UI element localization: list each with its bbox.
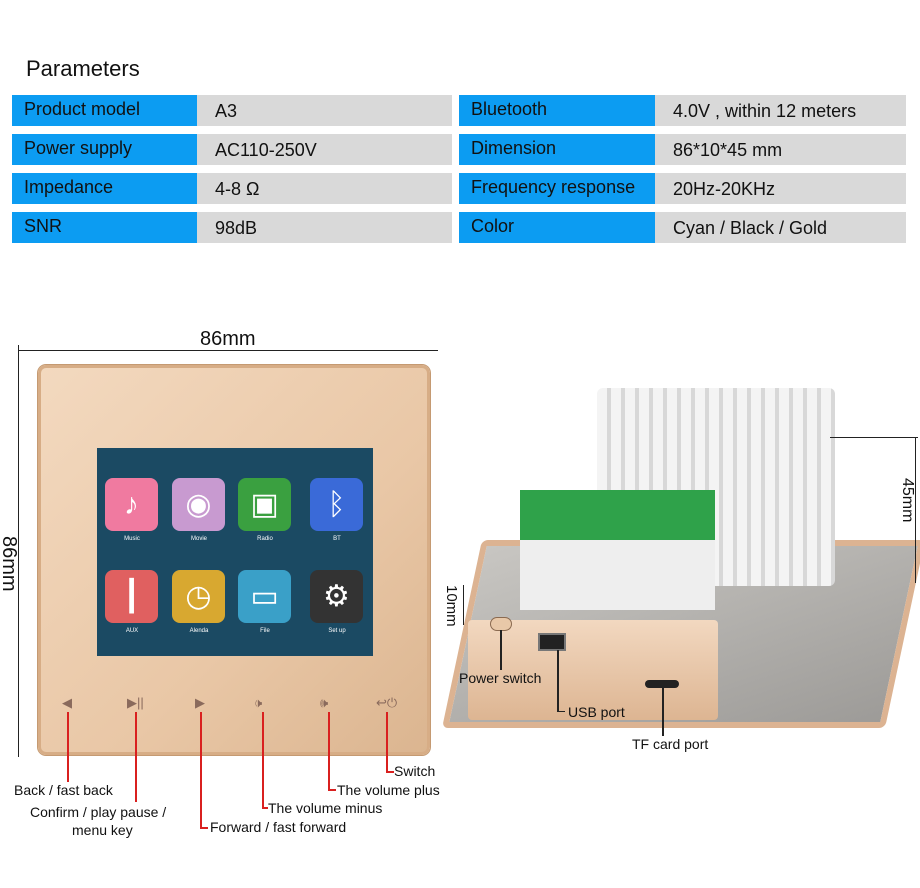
- app-label: Set up: [328, 628, 346, 634]
- callout-switch: Switch: [394, 763, 436, 779]
- callout-power-switch: Power switch: [459, 670, 542, 686]
- volume-plus-icon[interactable]: 🕪: [320, 695, 328, 711]
- param-label: Impedance: [12, 173, 197, 204]
- param-label: Power supply: [12, 134, 197, 165]
- callout-menu-key: menu key: [72, 822, 133, 838]
- app-label: File: [260, 628, 270, 634]
- param-label: SNR: [12, 212, 197, 243]
- film-reel-icon[interactable]: ◉: [172, 478, 225, 531]
- thickness-label: 10mm: [443, 585, 460, 627]
- power-switch-icon[interactable]: ↩⏻: [376, 695, 397, 711]
- back-icon[interactable]: ◀: [62, 695, 72, 711]
- bluetooth-icon[interactable]: ᛒ: [310, 478, 363, 531]
- param-row: SNR 98dB: [12, 212, 452, 243]
- param-row: Dimension 86*10*45 mm: [459, 134, 906, 165]
- play-pause-icon[interactable]: ▶||: [127, 695, 144, 711]
- aux-jack-icon[interactable]: ┃: [105, 570, 158, 623]
- param-label: Dimension: [459, 134, 655, 165]
- app-label: Music: [124, 536, 140, 542]
- volume-minus-icon[interactable]: 🕩: [254, 695, 262, 711]
- param-row: Frequency response 20Hz-20KHz: [459, 173, 906, 204]
- forward-icon[interactable]: ▶: [195, 695, 205, 711]
- param-value: 86*10*45 mm: [655, 134, 906, 165]
- param-label: Color: [459, 212, 655, 243]
- folder-icon[interactable]: ▭: [238, 570, 291, 623]
- app-label: Alenda: [189, 628, 209, 634]
- param-label: Product model: [12, 95, 197, 126]
- app-label: AUX: [125, 628, 139, 634]
- param-row: Bluetooth 4.0V , within 12 meters: [459, 95, 906, 126]
- param-value: 4.0V , within 12 meters: [655, 95, 906, 126]
- app-label: Radio: [257, 536, 273, 542]
- gear-icon[interactable]: ⚙: [310, 570, 363, 623]
- callout-confirm: Confirm / play pause /: [30, 804, 167, 820]
- param-label: Frequency response: [459, 173, 655, 204]
- param-row: Color Cyan / Black / Gold: [459, 212, 906, 243]
- terminal-labels: [520, 540, 715, 610]
- power-switch: [490, 617, 512, 631]
- app-label: BT: [333, 536, 341, 542]
- callout-volume-plus: The volume plus: [337, 782, 440, 798]
- radio-icon[interactable]: ▣: [238, 478, 291, 531]
- callout-forward: Forward / fast forward: [210, 819, 347, 835]
- callout-back: Back / fast back: [14, 782, 113, 798]
- depth-label: 45mm: [899, 478, 916, 523]
- param-value: AC110-250V: [197, 134, 452, 165]
- param-row: Impedance 4-8 Ω: [12, 173, 452, 204]
- callout-usb-port: USB port: [568, 704, 625, 720]
- width-label: 86mm: [200, 328, 256, 350]
- callout-volume-minus: The volume minus: [268, 800, 383, 816]
- callout-tf-card-port: TF card port: [632, 736, 709, 752]
- music-note-icon[interactable]: ♪: [105, 478, 158, 531]
- touch-screen: ♪ Music ◉ Movie ▣ Radio ᛒ BT ┃ AUX ◷ Alenda ▭ File ⚙ Se…: [97, 448, 373, 656]
- usb-port: [538, 633, 566, 651]
- app-label: Movie: [190, 536, 207, 542]
- param-row: Power supply AC110-250V: [12, 134, 452, 165]
- terminal-block: [520, 490, 715, 540]
- param-value: A3: [197, 95, 452, 126]
- param-value: 20Hz-20KHz: [655, 173, 906, 204]
- param-value: Cyan / Black / Gold: [655, 212, 906, 243]
- param-value: 98dB: [197, 212, 452, 243]
- clock-icon[interactable]: ◷: [172, 570, 225, 623]
- param-value: 4-8 Ω: [197, 173, 452, 204]
- page-title: Parameters: [26, 56, 140, 81]
- param-label: Bluetooth: [459, 95, 655, 126]
- height-label: 86mm: [0, 536, 20, 592]
- param-row: Product model A3: [12, 95, 452, 126]
